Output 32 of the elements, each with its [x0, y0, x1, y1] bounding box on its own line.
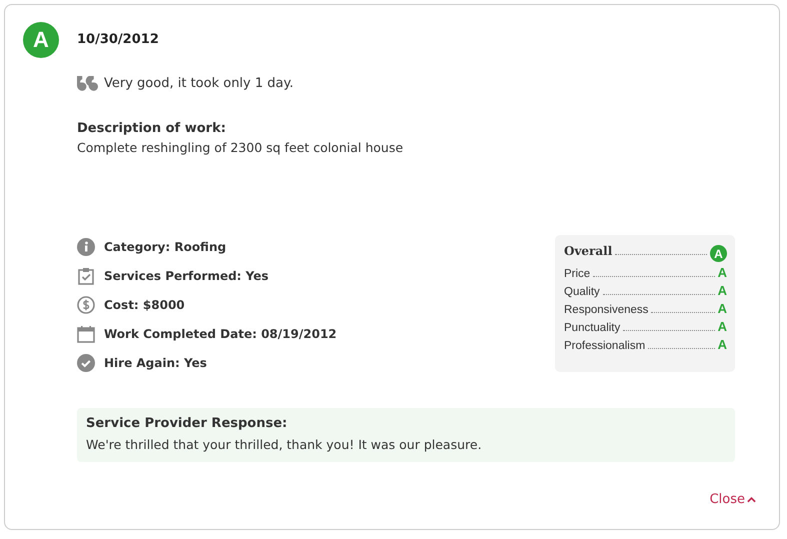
- rating-grade: A: [718, 337, 727, 352]
- rating-grade: A: [718, 319, 727, 334]
- review-date: 10/30/2012: [77, 32, 160, 47]
- response-title: Service Provider Response:: [86, 416, 288, 431]
- rating-label: Responsiveness: [564, 304, 648, 316]
- rating-grade: A: [718, 283, 727, 298]
- rating-label: Overall: [564, 244, 612, 258]
- caret-icon: [747, 496, 756, 503]
- description-label: Description of work:: [77, 121, 227, 136]
- clipboard-icon: [77, 266, 95, 284]
- detail-text: Services Performed: Yes: [104, 268, 269, 282]
- rating-label: Professionalism: [564, 340, 646, 352]
- rating-label: Quality: [564, 286, 600, 298]
- response-text: We're thrilled that your thrilled, thank you! It was our pleasure.: [86, 437, 483, 452]
- close-link[interactable]: Close: [710, 492, 756, 507]
- rating-label: Punctuality: [564, 322, 620, 334]
- quote-icon: [77, 76, 98, 91]
- info-icon: [77, 238, 95, 256]
- check-circle-icon: [77, 354, 95, 372]
- grade-badge: A: [710, 245, 727, 262]
- dollar-icon: [77, 296, 95, 314]
- review-quote: Very good, it took only 1 day.: [104, 76, 294, 91]
- detail-text: Work Completed Date: 08/19/2012: [104, 326, 337, 340]
- calendar-icon: [77, 324, 95, 342]
- detail-text: Hire Again: Yes: [104, 356, 207, 370]
- rating-grade: A: [718, 265, 727, 280]
- description-text: Complete reshingling of 2300 sq feet colonial house: [77, 140, 404, 155]
- detail-text: Cost: $8000: [104, 298, 185, 312]
- rating-label: Price: [564, 268, 590, 280]
- rating-grade: A: [718, 301, 727, 316]
- detail-text: Category: Roofing: [104, 240, 226, 254]
- grade-badge: A: [23, 22, 59, 58]
